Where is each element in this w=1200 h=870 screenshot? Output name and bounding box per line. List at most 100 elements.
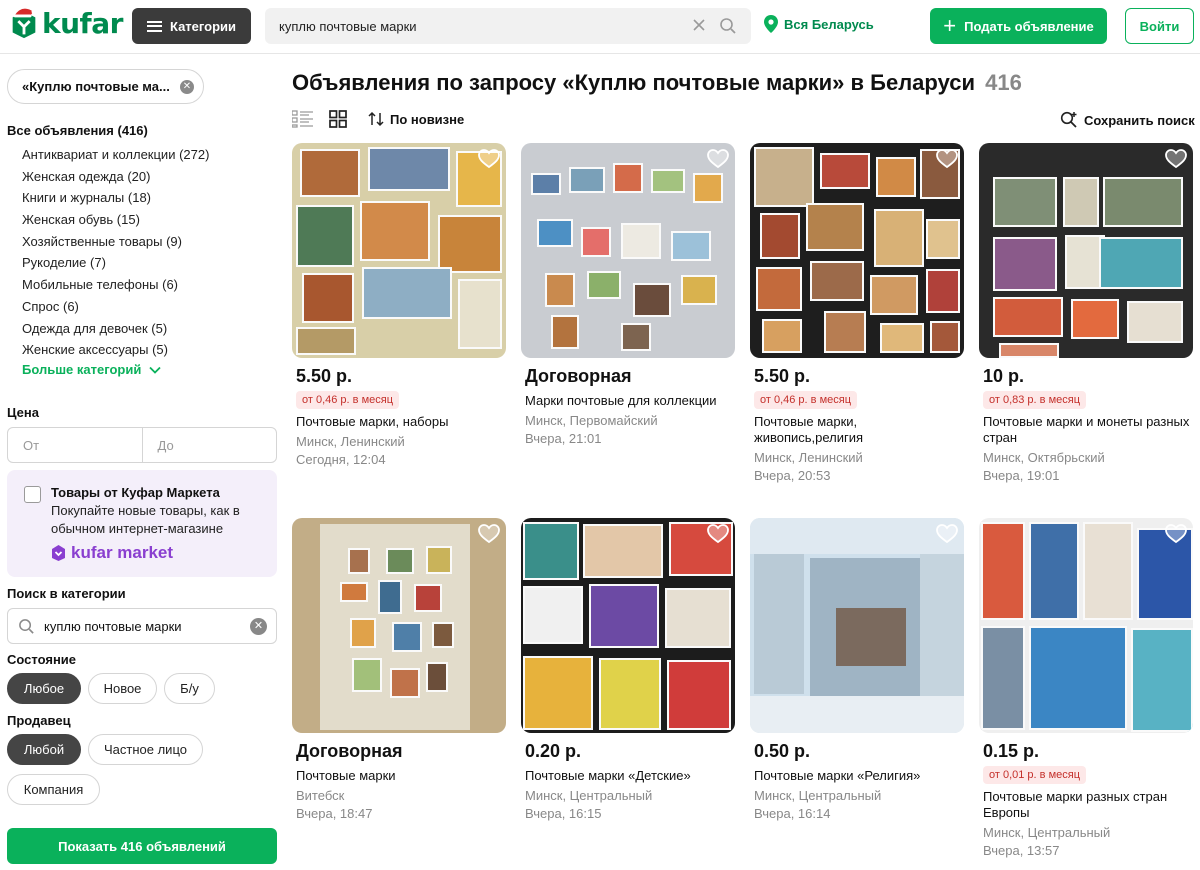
listing-location: Минск, Центральный	[754, 788, 882, 803]
installment-badge: от 0,46 р. в месяц	[754, 391, 858, 409]
listing-time: Вчера, 16:15	[525, 806, 602, 821]
installment-badge: от 0,83 р. в месяц	[983, 391, 1087, 409]
kufar-logo[interactable]: kufar	[8, 6, 123, 40]
save-search-button[interactable]: Сохранить поиск	[1060, 111, 1195, 129]
price-to-field[interactable]: До	[143, 428, 277, 462]
listing-card[interactable]: Договорная Марки почтовые для коллекции …	[521, 143, 737, 448]
condition-used[interactable]: Б/у	[164, 673, 215, 704]
listing-title[interactable]: Марки почтовые для коллекции	[521, 393, 737, 409]
categories-button[interactable]: Категории	[132, 8, 251, 44]
stamps-photo	[750, 518, 964, 733]
seller-any[interactable]: Любой	[7, 734, 81, 765]
category-item[interactable]: Антиквариат и коллекции (272)	[22, 144, 209, 166]
seller-private[interactable]: Частное лицо	[88, 734, 203, 765]
listing-image[interactable]	[292, 143, 506, 358]
show-results-button[interactable]: Показать 416 объявлений	[7, 828, 277, 864]
post-ad-label: Подать объявление	[964, 18, 1094, 34]
remove-query-icon[interactable]: ✕	[180, 80, 194, 94]
category-all[interactable]: Все объявления (416)	[7, 123, 148, 138]
search-bar[interactable]: куплю почтовые марки	[265, 8, 751, 44]
listing-title[interactable]: Почтовые марки и монеты разных стран	[979, 414, 1195, 446]
login-button[interactable]: Войти	[1125, 8, 1194, 44]
query-chip[interactable]: «Куплю почтовые ма... ✕	[7, 69, 204, 104]
listing-title[interactable]: Почтовые марки разных стран Европы	[979, 789, 1195, 821]
list-view-icon[interactable]	[292, 110, 313, 128]
condition-any[interactable]: Любое	[7, 673, 81, 704]
listing-image[interactable]	[979, 143, 1193, 358]
results-count: 416	[985, 70, 1022, 95]
logo-icon	[12, 8, 38, 39]
category-item[interactable]: Хозяйственные товары (9)	[22, 231, 209, 253]
seller-company[interactable]: Компания	[7, 774, 100, 805]
market-checkbox[interactable]	[24, 486, 41, 503]
listing-card[interactable]: Договорная Почтовые марки Витебск Вчера,…	[292, 518, 508, 823]
category-item[interactable]: Спрос (6)	[22, 296, 209, 318]
stamps-photo	[521, 143, 735, 358]
listing-image[interactable]	[292, 518, 506, 733]
condition-new[interactable]: Новое	[88, 673, 157, 704]
category-item[interactable]: Книги и журналы (18)	[22, 187, 209, 209]
listing-title[interactable]: Почтовые марки, живопись,религия	[750, 414, 966, 446]
kufar-market-logo: kufar market	[51, 543, 173, 563]
listing-image[interactable]	[979, 518, 1193, 733]
listing-image[interactable]	[521, 518, 735, 733]
listing-time: Вчера, 21:01	[525, 431, 602, 446]
listing-time: Вчера, 16:14	[754, 806, 831, 821]
favorite-heart-icon[interactable]	[1165, 149, 1187, 169]
favorite-heart-icon[interactable]	[936, 149, 958, 169]
listing-price: Договорная	[525, 366, 632, 386]
query-chip-label: «Куплю почтовые ма...	[22, 79, 170, 94]
favorite-heart-icon[interactable]	[707, 524, 729, 544]
categories-label: Категории	[169, 18, 237, 34]
listing-card[interactable]: 0.15 р. от 0,01 р. в месяц Почтовые марк…	[979, 518, 1195, 860]
listing-image[interactable]	[750, 518, 964, 733]
category-item[interactable]: Женская одежда (20)	[22, 166, 209, 188]
stamps-photo	[292, 518, 506, 733]
clear-icon[interactable]: ✕	[250, 618, 267, 635]
more-categories-link[interactable]: Больше категорий	[22, 362, 161, 377]
favorite-heart-icon[interactable]	[478, 149, 500, 169]
location-selector[interactable]: Вся Беларусь	[764, 15, 874, 33]
favorite-heart-icon[interactable]	[936, 524, 958, 544]
listing-title[interactable]: Почтовые марки «Религия»	[750, 768, 966, 784]
category-search-field[interactable]: куплю почтовые марки ✕	[7, 608, 277, 644]
category-item[interactable]: Одежда для девочек (5)	[22, 318, 209, 340]
listing-time: Вчера, 19:01	[983, 468, 1060, 483]
price-label: Цена	[7, 405, 39, 420]
listing-card[interactable]: 5.50 р. от 0,46 р. в месяц Почтовые марк…	[292, 143, 508, 469]
close-icon[interactable]	[691, 17, 707, 33]
grid-view-icon[interactable]	[329, 110, 347, 128]
favorite-heart-icon[interactable]	[707, 149, 729, 169]
favorite-heart-icon[interactable]	[478, 524, 500, 544]
sort-selector[interactable]: По новизне	[368, 111, 464, 127]
stamps-photo	[292, 143, 506, 358]
listing-card[interactable]: 5.50 р. от 0,46 р. в месяц Почтовые марк…	[750, 143, 966, 485]
price-from-field[interactable]: От	[8, 428, 143, 462]
listing-location: Минск, Первомайский	[525, 413, 658, 428]
listing-title[interactable]: Почтовые марки, наборы	[292, 414, 508, 430]
listing-title[interactable]: Почтовые марки «Детские»	[521, 768, 737, 784]
favorite-heart-icon[interactable]	[1165, 524, 1187, 544]
kufar-market-filter[interactable]: Товары от Куфар Маркета Покупайте новые …	[7, 470, 277, 577]
listing-card[interactable]: 10 р. от 0,83 р. в месяц Почтовые марки …	[979, 143, 1195, 485]
installment-badge: от 0,01 р. в месяц	[983, 766, 1087, 784]
category-item[interactable]: Мобильные телефоны (6)	[22, 274, 209, 296]
listing-card[interactable]: 0.50 р. Почтовые марки «Религия» Минск, …	[750, 518, 966, 823]
search-input[interactable]: куплю почтовые марки	[279, 19, 751, 34]
listing-image[interactable]	[750, 143, 964, 358]
search-icon[interactable]	[719, 17, 737, 35]
stamps-photo	[979, 143, 1193, 358]
listing-card[interactable]: 0.20 р. Почтовые марки «Детские» Минск, …	[521, 518, 737, 823]
category-item[interactable]: Женская обувь (15)	[22, 209, 209, 231]
listing-title[interactable]: Почтовые марки	[292, 768, 508, 784]
listing-location: Минск, Центральный	[525, 788, 653, 803]
post-ad-button[interactable]: + Подать объявление	[930, 8, 1107, 44]
listing-image[interactable]	[521, 143, 735, 358]
plus-icon: +	[943, 13, 957, 38]
save-search-label: Сохранить поиск	[1084, 112, 1195, 128]
category-search-input[interactable]: куплю почтовые марки	[44, 619, 182, 634]
category-item[interactable]: Рукоделие (7)	[22, 252, 209, 274]
listing-price: 0.50 р.	[754, 741, 811, 761]
listing-location: Минск, Ленинский	[296, 434, 405, 449]
category-item[interactable]: Женские аксессуары (5)	[22, 339, 209, 361]
